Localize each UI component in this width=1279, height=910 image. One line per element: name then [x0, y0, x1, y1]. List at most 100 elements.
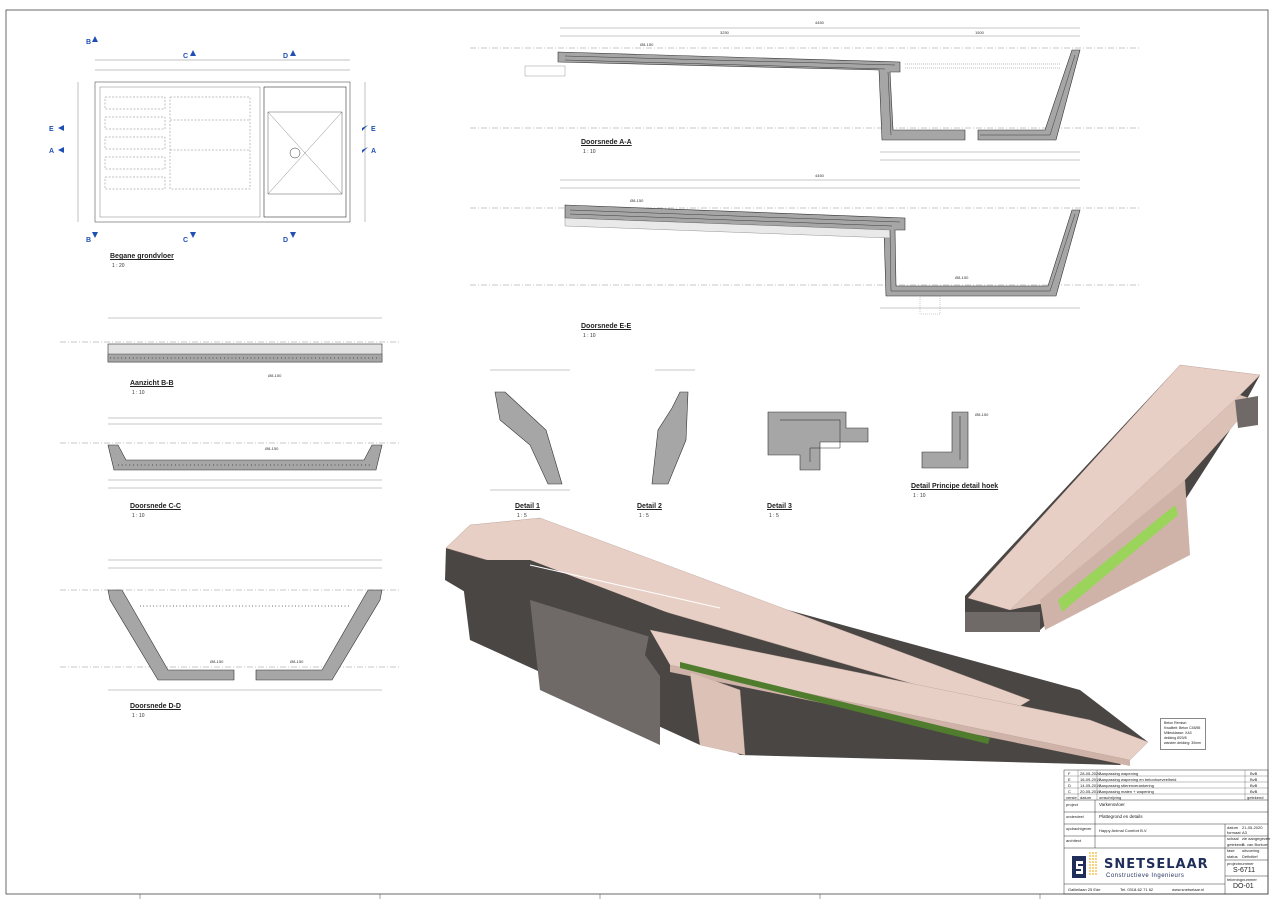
subject-name: Plattegrond en details	[1099, 814, 1143, 819]
company-website: www.snetselaar.nl	[1172, 887, 1205, 892]
rev-by: BvB	[1250, 777, 1258, 782]
client-name: Happy Animal Comfort B.V.	[1099, 828, 1148, 833]
field-value: Definitief	[1242, 854, 1258, 859]
detail-2	[651, 369, 695, 485]
svg-text:A: A	[49, 148, 54, 155]
rev-header-id: versie	[1066, 795, 1077, 800]
scale-doorsnede-ee: 1 : 10	[583, 333, 596, 339]
company-logo-mark	[1072, 852, 1097, 878]
scale-begane-grondvloer: 1 : 20	[112, 263, 125, 269]
company-name: SNETSELAAR	[1104, 857, 1209, 872]
field-label: status	[1227, 854, 1238, 859]
svg-text:C: C	[183, 53, 188, 60]
title-doorsnede-aa: Doorsnede A-A	[581, 139, 632, 146]
rev-desc: Aanpassing stierenverankering	[1099, 783, 1154, 788]
rev-id: E	[1068, 777, 1071, 782]
dim-left-aa: 3250	[720, 30, 729, 35]
title-detail-2: Detail 2	[637, 503, 662, 510]
scale-detail-2: 1 : 5	[639, 513, 649, 519]
svg-text:C: C	[183, 237, 188, 244]
svg-text:B: B	[86, 39, 91, 46]
title-detail-3: Detail 3	[767, 503, 792, 510]
field-value: B. van Borkum	[1242, 842, 1269, 847]
rev-id: D	[1068, 783, 1071, 788]
section-dd	[60, 559, 400, 691]
field-label: getekend	[1227, 842, 1244, 847]
subject-label: onderdeel	[1066, 814, 1084, 819]
section-cc	[60, 417, 400, 489]
title-detail-hoek: Detail Principe detail hoek	[911, 483, 999, 490]
detail-1	[490, 369, 570, 491]
plan-section-markers	[58, 36, 368, 238]
drawing-sheet: B B E A E A C C D D Begane grondvloer 1: 20 …	[0, 0, 1279, 905]
client-label: opdrachtgever	[1066, 826, 1092, 831]
scale-detail-hoek: 1 : 10	[913, 493, 926, 499]
detail-3	[767, 411, 869, 471]
rev-by: BvB	[1250, 783, 1258, 788]
title-doorsnede-dd: Doorsnede D-D	[130, 703, 181, 710]
rebar-label-hoek: Ø8-150	[975, 412, 989, 417]
field-value: uitvoering	[1242, 848, 1260, 853]
field-label: formaat	[1227, 830, 1241, 835]
rebar-label-bb: Ø8-150	[268, 373, 282, 378]
rebar-label-dd-left: Ø8-150	[210, 659, 224, 664]
dim-right-aa: 1500	[975, 30, 984, 35]
title-doorsnede-cc: Doorsnede C-C	[130, 503, 181, 510]
svg-text:E: E	[371, 126, 376, 133]
field-label: fase	[1227, 848, 1235, 853]
drawing-number: DO-01	[1233, 883, 1254, 890]
rev-date: 16-09-2019	[1080, 777, 1101, 782]
rebar-label-aa: Ø8-150	[640, 42, 654, 47]
rev-desc: Aanpassing wapening en betonhoeveelheid	[1099, 777, 1177, 782]
rev-date: 28-05-2020	[1080, 771, 1101, 776]
rebar-label-ee: Ø8-150	[630, 198, 644, 203]
plan-marker-letters: B B E A E A C C D D	[49, 39, 376, 244]
detail-hoek	[921, 411, 969, 469]
scale-doorsnede-cc: 1 : 10	[132, 513, 145, 519]
title-aanzicht-bb: Aanzicht B-B	[130, 380, 174, 387]
project-name: Varkensvloer	[1099, 802, 1125, 807]
svg-text:A: A	[371, 148, 376, 155]
scale-detail-1: 1 : 5	[517, 513, 527, 519]
field-label: schaal	[1227, 836, 1239, 841]
svg-text:D: D	[283, 237, 288, 244]
title-begane-grondvloer: Begane grondvloer	[110, 253, 174, 260]
view-bb	[60, 317, 400, 363]
rev-by: BvB	[1250, 789, 1258, 794]
beton-note: Beton Remise: Kwaliteit: Beton C45/55 Mi…	[1160, 718, 1206, 750]
company-tagline: Constructieve Ingenieurs	[1106, 873, 1185, 879]
dim-total-ee: 4450	[815, 173, 824, 178]
border-ticks	[139, 894, 1041, 899]
rebar-label-cc: Ø8-150	[265, 446, 279, 451]
rev-id: C	[1068, 789, 1071, 794]
rev-desc: Aanpassing maten + wapening	[1099, 789, 1154, 794]
title-detail-1: Detail 1	[515, 503, 540, 510]
project-label: project	[1066, 802, 1079, 807]
field-value: A3	[1242, 830, 1247, 835]
svg-text:B: B	[86, 237, 91, 244]
field-value: zie aangegeven	[1242, 836, 1271, 841]
scale-doorsnede-dd: 1 : 10	[132, 713, 145, 719]
scale-detail-3: 1 : 5	[769, 513, 779, 519]
render-3d-small	[965, 364, 1261, 632]
rev-header-date: datum	[1080, 795, 1092, 800]
rev-by: BvB	[1250, 771, 1258, 776]
rev-id: F	[1068, 771, 1071, 776]
title-doorsnede-ee: Doorsnede E-E	[581, 323, 632, 330]
rev-header-desc: omschrijving	[1099, 795, 1122, 800]
drawing-no-label: tekeningnummer	[1227, 877, 1257, 882]
rev-header-by: getekend	[1247, 795, 1264, 800]
company-address: Galileilaan 25 Ede	[1068, 887, 1101, 892]
scale-aanzicht-bb: 1 : 10	[132, 390, 145, 396]
rebar-label-dd-right: Ø8-150	[290, 659, 304, 664]
architect-label: architect	[1066, 838, 1082, 843]
rebar-label-ee-floor: Ø8-150	[955, 275, 969, 280]
svg-text:D: D	[283, 53, 288, 60]
project-no-label: projectnummer	[1227, 861, 1254, 866]
plan-begane-grondvloer	[77, 59, 366, 223]
rev-date: 14-05-2019	[1080, 783, 1101, 788]
section-aa	[470, 27, 1140, 161]
scale-doorsnede-aa: 1 : 10	[583, 149, 596, 155]
rev-date: 20-05-2019	[1080, 789, 1101, 794]
rev-desc: Aanpassing wapening	[1099, 771, 1139, 776]
